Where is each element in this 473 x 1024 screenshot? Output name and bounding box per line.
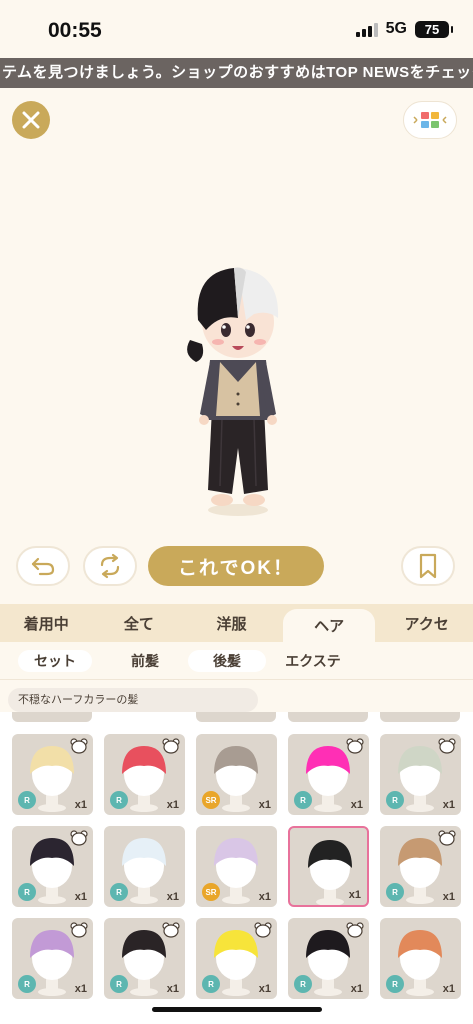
category-tabs: 着用中 全て 洋服 ヘア アクセ [0, 604, 473, 642]
rarity-badge: R [110, 975, 128, 993]
undo-button[interactable] [16, 546, 70, 586]
item-peek [288, 712, 368, 722]
rarity-badge: R [18, 975, 36, 993]
home-indicator [152, 1007, 322, 1012]
rarity-badge: R [386, 975, 404, 993]
undo-icon [31, 557, 55, 576]
item-quantity: x1 [348, 889, 361, 901]
rarity-badge: R [294, 791, 312, 809]
hair-item-card[interactable]: Rx1 [12, 826, 93, 907]
bookmark-icon [419, 553, 437, 579]
hair-item-card[interactable]: Rx1 [104, 734, 185, 815]
network-label: 5G [385, 20, 407, 37]
rarity-badge: R [18, 883, 36, 901]
item-peek [196, 712, 276, 722]
view-toggle-button[interactable] [403, 101, 457, 139]
hair-item-card[interactable]: SR x1 [196, 734, 277, 815]
status-indicators: 5G 75 [355, 20, 453, 38]
tab-subcategory[interactable]: 後髪 [188, 650, 266, 672]
bear-icon [438, 830, 456, 851]
battery-icon: 75 [415, 20, 453, 38]
tab-subcategory[interactable]: 前髪 [104, 650, 186, 672]
tab-category[interactable]: 全て [93, 604, 186, 642]
item-quantity: x1 [166, 983, 179, 995]
hair-item-card[interactable]: x1 [288, 826, 369, 907]
hair-item-card[interactable]: Rx1 [380, 918, 461, 999]
rarity-badge: R [294, 975, 312, 993]
color-grid-icon [413, 112, 447, 128]
tab-category[interactable]: ヘア [282, 609, 376, 642]
hair-item-card[interactable]: Rx1 [380, 826, 461, 907]
bookmark-button[interactable] [401, 546, 455, 586]
item-peek [12, 712, 92, 722]
hair-item-card[interactable]: SR x1 [196, 826, 277, 907]
item-quantity: x1 [166, 799, 179, 811]
rarity-badge: R [110, 883, 128, 901]
close-icon [22, 111, 40, 129]
signal-icon [355, 21, 378, 37]
bear-icon [70, 830, 88, 851]
status-time: 00:55 [48, 19, 102, 42]
bear-icon [70, 738, 88, 759]
rarity-badge: R [386, 883, 404, 901]
bear-icon [346, 922, 364, 943]
tab-subcategory[interactable]: エクステ [272, 650, 354, 672]
hair-item-card[interactable]: Rx1 [104, 826, 185, 907]
bear-icon [162, 922, 180, 943]
bear-icon [254, 922, 272, 943]
rotate-button[interactable] [83, 546, 137, 586]
rarity-badge: R [18, 791, 36, 809]
item-quantity: x1 [166, 891, 179, 903]
tab-subcategory[interactable]: セット [18, 650, 92, 672]
rarity-badge: R [110, 791, 128, 809]
item-quantity: x1 [442, 799, 455, 811]
tab-category[interactable]: 洋服 [185, 604, 278, 642]
confirm-button[interactable]: これでOK！ [148, 546, 324, 586]
bear-icon [162, 738, 180, 759]
item-grid: Rx1 Rx1 SR x1 Rx1 Rx1 Rx1 Rx1 SR x1 x1 Rx1 Rx1 Rx1 Rx1… [0, 712, 473, 1024]
hair-item-card[interactable]: Rx1 [12, 734, 93, 815]
item-peek [380, 712, 460, 722]
item-quantity: x1 [74, 983, 87, 995]
item-quantity: x1 [74, 891, 87, 903]
hair-item-card[interactable]: Rx1 [380, 734, 461, 815]
hair-item-card[interactable]: Rx1 [12, 918, 93, 999]
close-button[interactable] [12, 101, 50, 139]
rarity-badge: R [202, 975, 220, 993]
avatar-preview[interactable] [176, 258, 300, 520]
item-quantity: x1 [74, 799, 87, 811]
rotate-icon [100, 553, 120, 579]
rarity-badge: SR [202, 791, 220, 809]
rarity-badge: R [386, 791, 404, 809]
item-quantity: x1 [350, 799, 363, 811]
hair-item-card[interactable]: Rx1 [104, 918, 185, 999]
hair-item-card[interactable]: Rx1 [288, 734, 369, 815]
item-quantity: x1 [258, 799, 271, 811]
avatar-figure [187, 267, 279, 516]
tab-category[interactable]: 着用中 [0, 604, 93, 642]
item-filter-label[interactable]: 不穏なハーフカラーの髪 [8, 688, 258, 712]
item-quantity: x1 [442, 891, 455, 903]
item-quantity: x1 [442, 983, 455, 995]
item-quantity: x1 [258, 891, 271, 903]
tab-category[interactable]: アクセ [380, 604, 473, 642]
status-bar: 00:55 5G 75 [0, 0, 473, 58]
hair-item-card[interactable]: Rx1 [288, 918, 369, 999]
sub-tabs: セット 前髪 後髪 エクステ [0, 642, 473, 680]
news-ticker[interactable]: テムを見つけましょう。ショップのおすすめはTOP NEWSをチェック [0, 58, 473, 88]
bear-icon [70, 922, 88, 943]
item-quantity: x1 [258, 983, 271, 995]
item-quantity: x1 [350, 983, 363, 995]
bear-icon [346, 738, 364, 759]
bear-icon [438, 738, 456, 759]
hair-item-card[interactable]: Rx1 [196, 918, 277, 999]
rarity-badge: SR [202, 883, 220, 901]
